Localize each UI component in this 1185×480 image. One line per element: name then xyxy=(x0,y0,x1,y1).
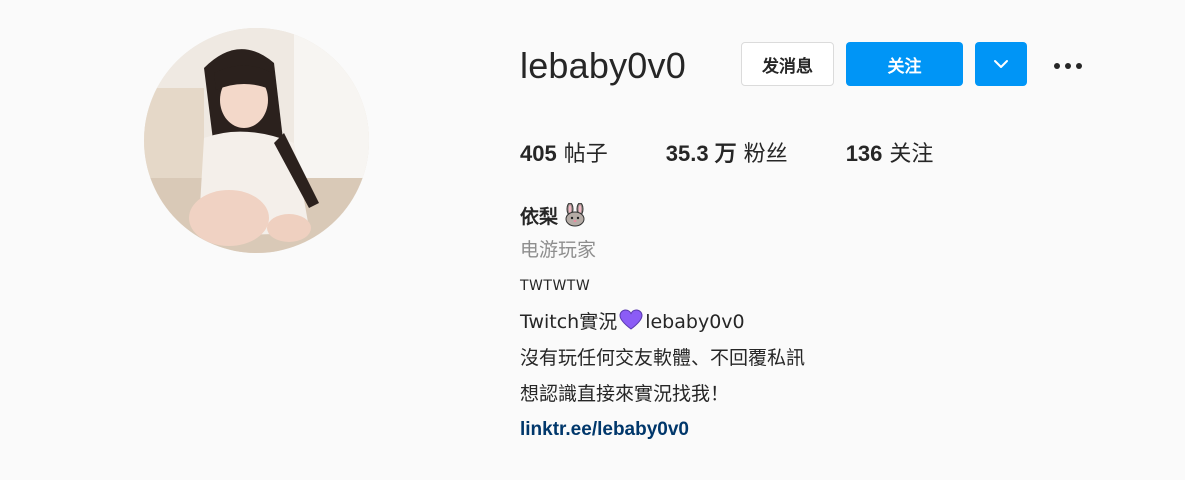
bio-line-2: Twitch實況 lebaby0v0 xyxy=(520,304,805,340)
profile-username: lebaby0v0 xyxy=(520,45,686,86)
suggested-accounts-button[interactable] xyxy=(975,42,1027,86)
following-label: 关注 xyxy=(889,142,934,167)
following-stat[interactable]: 136 关注 xyxy=(845,136,934,167)
rabbit-emoji-icon xyxy=(565,203,585,227)
follow-button[interactable]: 关注 xyxy=(846,42,963,86)
profile-full-name-row: 依梨 xyxy=(520,198,805,232)
more-options-icon xyxy=(1052,54,1085,74)
posts-stat: 405 帖子 xyxy=(520,136,608,167)
profile-stats: 405 帖子 35.3 万 粉丝 136 关注 xyxy=(520,136,991,167)
bio-line-3: 沒有玩任何交友軟體、不回覆私訊 xyxy=(520,347,806,369)
bio-line-4: 想認識直接來實況找我！ xyxy=(520,383,730,405)
purple-heart-emoji-icon xyxy=(619,309,643,330)
posts-count: 405 xyxy=(520,141,557,166)
posts-label: 帖子 xyxy=(563,142,608,167)
bio-line-1: TWTWTW xyxy=(520,278,591,294)
avatar-photo xyxy=(144,28,369,253)
profile-full-name: 依梨 xyxy=(520,205,559,228)
more-options-button[interactable] xyxy=(1048,42,1088,86)
followers-label: 粉丝 xyxy=(743,142,788,167)
profile-category: 电游玩家 xyxy=(520,239,597,261)
bio-line-2-suffix: lebaby0v0 xyxy=(645,311,745,333)
profile-avatar[interactable] xyxy=(144,28,369,253)
chevron-down-icon xyxy=(994,60,1008,68)
profile-external-link[interactable]: linktr.ee/lebaby0v0 xyxy=(520,412,805,448)
message-button[interactable]: 发消息 xyxy=(741,42,834,86)
profile-bio: 依梨 电游玩家 TWTWTW Twitch實況 lebaby0v0 沒有玩任何交… xyxy=(520,198,805,448)
followers-count: 35.3 万 xyxy=(665,141,737,166)
followers-stat[interactable]: 35.3 万 粉丝 xyxy=(665,136,788,167)
following-count: 136 xyxy=(845,141,883,166)
bio-line-2-prefix: Twitch實況 xyxy=(520,311,618,333)
